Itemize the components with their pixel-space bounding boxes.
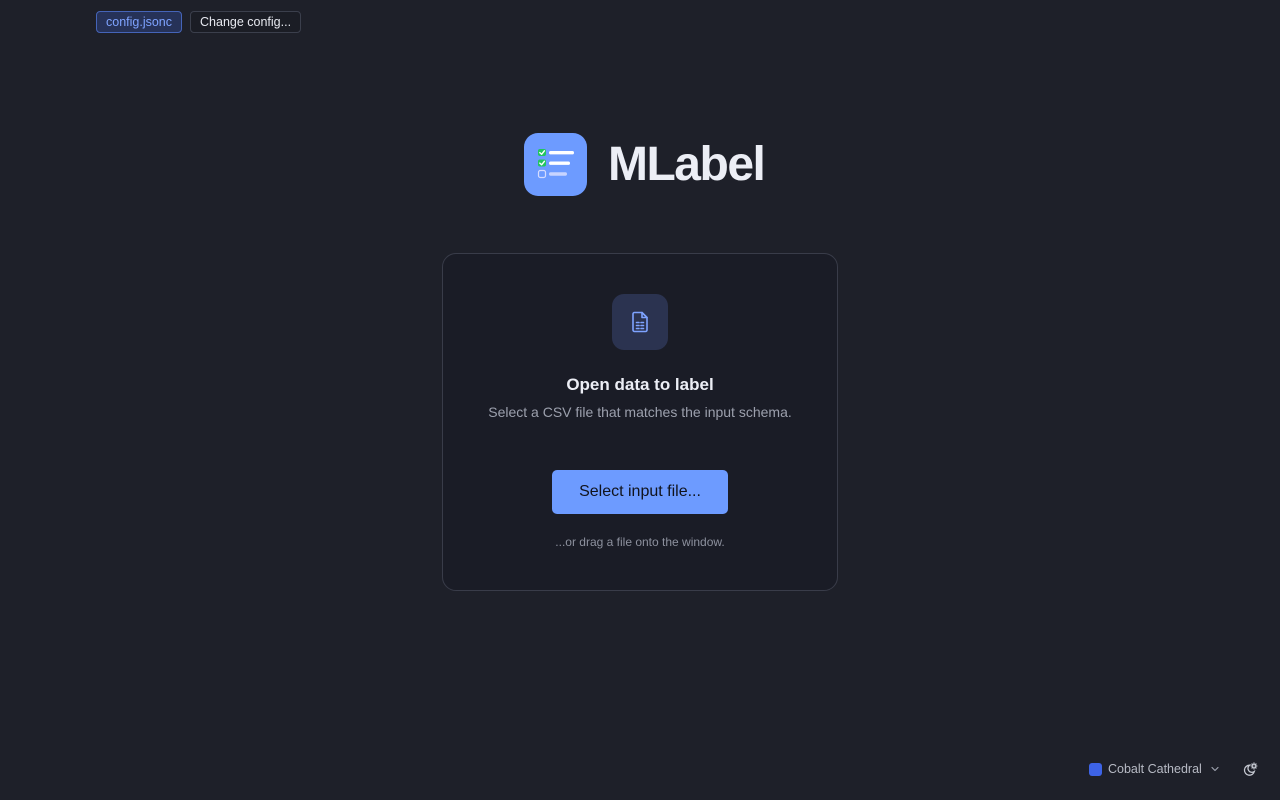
top-toolbar: config.jsonc Change config... [96, 11, 302, 33]
theme-selector[interactable]: Cobalt Cathedral [1089, 762, 1220, 776]
select-input-file-button[interactable]: Select input file... [552, 470, 728, 514]
app-brand: MLabel [524, 133, 766, 196]
change-config-button[interactable]: Change config... [190, 11, 302, 33]
theme-swatch [1089, 762, 1102, 776]
checklist-icon [524, 133, 587, 196]
drag-hint: ...or drag a file onto the window. [555, 535, 725, 549]
open-data-card: Open data to label Select a CSV file tha… [442, 253, 838, 591]
chevron-down-icon [1210, 764, 1220, 774]
config-file-badge: config.jsonc [96, 11, 183, 33]
app-title: MLabel [608, 137, 766, 191]
card-subtitle: Select a CSV file that matches the input… [488, 404, 792, 420]
card-title: Open data to label [566, 375, 714, 394]
theme-name: Cobalt Cathedral [1108, 762, 1202, 776]
theme-toggle-icon[interactable] [1241, 761, 1259, 779]
spreadsheet-file-icon [612, 294, 668, 350]
